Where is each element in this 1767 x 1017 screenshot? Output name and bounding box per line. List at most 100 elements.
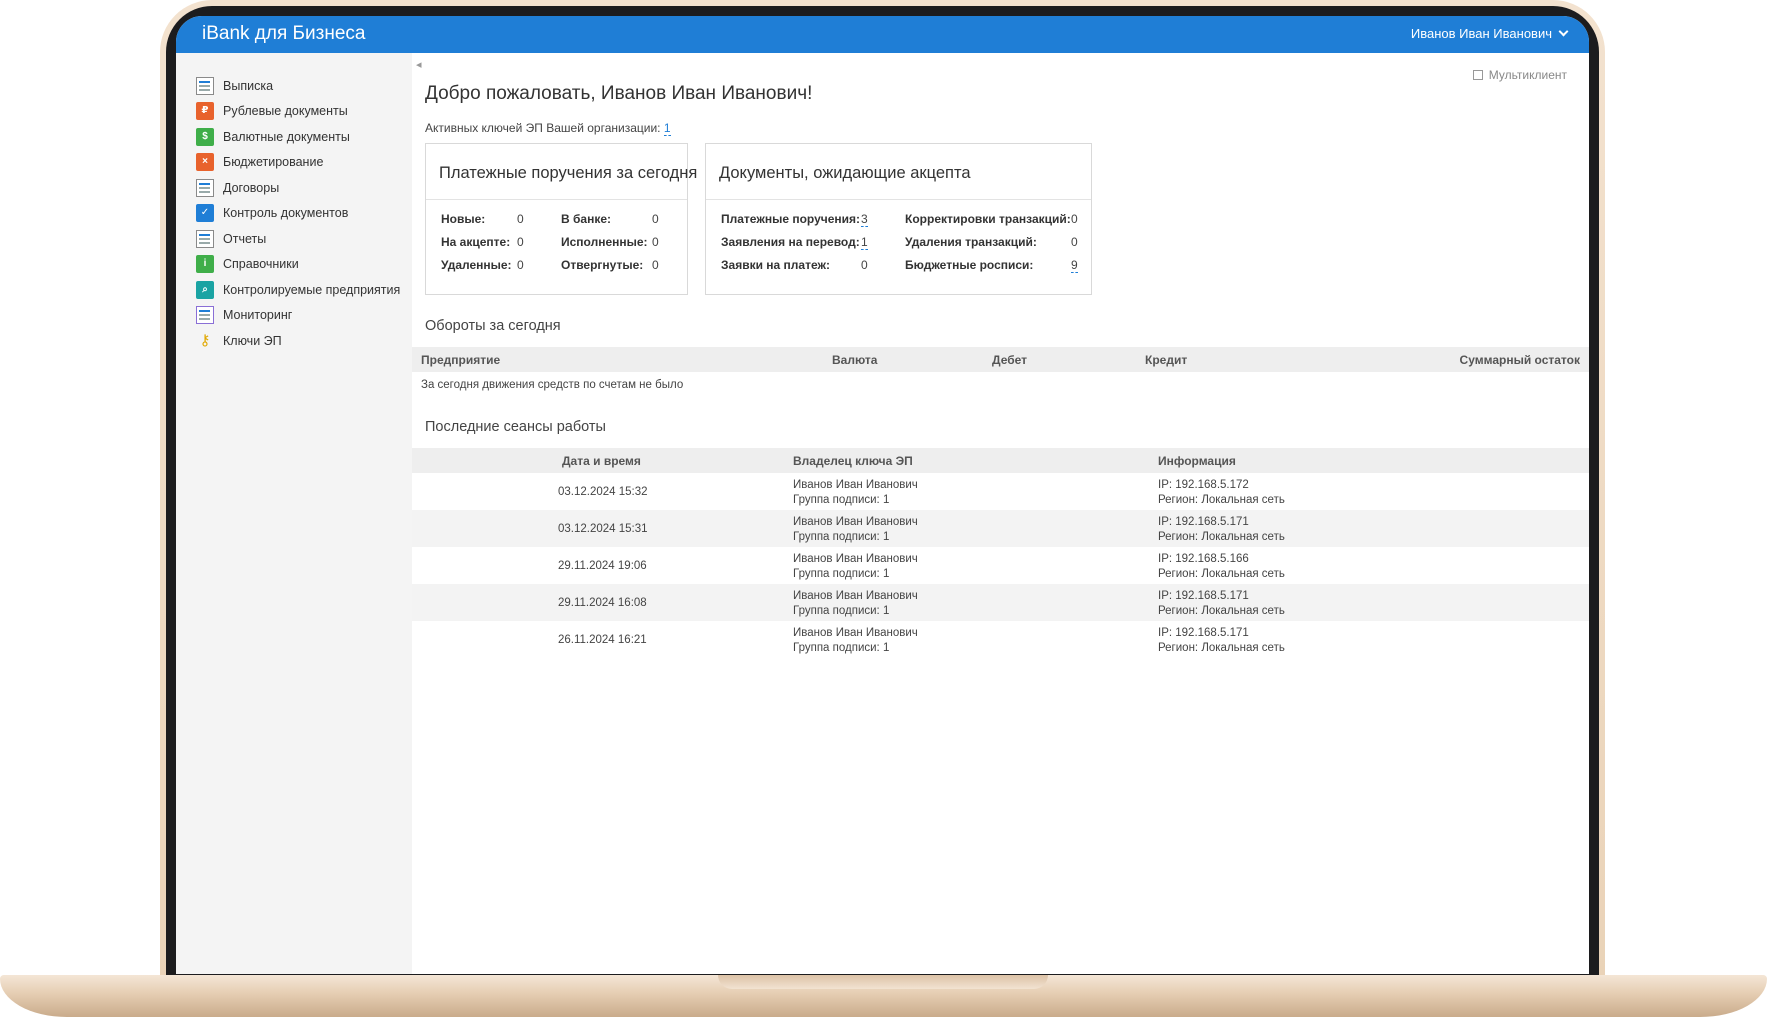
active-keys-line: Активных ключей ЭП Вашей организации: 1: [425, 121, 671, 136]
active-keys-count-link[interactable]: 1: [663, 121, 671, 136]
card-title: Платежные поручения за сегодня: [426, 144, 697, 200]
ruble-docs-icon: ₽: [196, 102, 214, 121]
column-header[interactable]: Дата и время: [562, 454, 641, 468]
column-header[interactable]: Суммарный остаток: [1460, 353, 1580, 367]
accept-payment-orders[interactable]: Платежные поручения: 3: [721, 212, 868, 227]
column-header[interactable]: Владелец ключа ЭП: [793, 454, 913, 468]
owner-group: Группа подписи: 1: [793, 568, 890, 580]
session-owner: Иванов Иван Иванович Группа подписи: 1: [793, 552, 918, 582]
accept-transfer-applications[interactable]: Заявления на перевод: 1: [721, 235, 868, 250]
sidebar-item-ruble-docs[interactable]: ₽ Рублевые документы: [196, 99, 400, 125]
accept-payment-requests[interactable]: Заявки на платеж: 0: [721, 258, 868, 272]
stat-rejected[interactable]: Отвергнутые: 0: [561, 258, 659, 272]
turnover-title: Обороты за сегодня: [425, 318, 561, 334]
table-row: 03.12.2024 15:31 Иванов Иван Иванович Гру…: [412, 510, 1589, 547]
awaiting-accept-card: Документы, ожидающие акцепта Платежные п…: [705, 143, 1092, 295]
external-window-icon: [1472, 70, 1483, 80]
sidebar-item-label: Контроль документов: [223, 206, 349, 221]
currency-docs-icon: $: [196, 127, 214, 146]
card-title: Документы, ожидающие акцепта: [706, 144, 1091, 200]
sidebar-item-label: Контролируемые предприятия: [223, 282, 401, 297]
stat-value: 0: [517, 235, 524, 249]
session-owner: Иванов Иван Иванович Группа подписи: 1: [793, 626, 918, 656]
column-header[interactable]: Дебет: [992, 353, 1027, 367]
stat-executed[interactable]: Исполненные: 0: [561, 235, 659, 249]
owner-group: Группа подписи: 1: [793, 642, 890, 654]
sidebar-item-contracts[interactable]: Договоры: [196, 175, 400, 201]
sidebar: Выписка ₽ Рублевые документы $ Валютные …: [176, 53, 412, 974]
accept-transaction-corrections[interactable]: Корректировки транзакций: 0: [905, 212, 1078, 226]
stat-value: 0: [652, 258, 659, 272]
sidebar-item-controlled-companies[interactable]: ⌕ Контролируемые предприятия: [196, 277, 400, 303]
turnover-empty-message: За сегодня движения средств по счетам не…: [421, 379, 684, 391]
stat-value: 0: [517, 212, 524, 226]
column-header[interactable]: Предприятие: [421, 353, 500, 367]
budget-icon: ×: [196, 153, 214, 172]
session-datetime: 03.12.2024 15:31: [558, 523, 648, 535]
stat-value: 0: [652, 212, 659, 226]
sidebar-item-label: Договоры: [223, 180, 280, 195]
stat-value-link[interactable]: 9: [1071, 258, 1078, 273]
sidebar-item-keys[interactable]: ⚷ Ключи ЭП: [196, 328, 400, 354]
owner-name: Иванов Иван Иванович: [793, 479, 918, 491]
session-ip: IP: 192.168.5.171: [1158, 627, 1249, 639]
session-region: Регион: Локальная сеть: [1158, 494, 1285, 506]
stat-on-accept[interactable]: На акцепте: 0: [441, 235, 524, 249]
top-bar: iBank для Бизнеса Иванов Иван Иванович: [176, 16, 1589, 53]
sidebar-item-doc-control[interactable]: ✓ Контроль документов: [196, 201, 400, 227]
multiclient-label: Мультиклиент: [1488, 68, 1567, 82]
column-header[interactable]: Кредит: [1145, 353, 1187, 367]
session-region: Регион: Локальная сеть: [1158, 531, 1285, 543]
stat-label: Удаления транзакций:: [905, 235, 1037, 249]
session-datetime: 26.11.2024 16:21: [558, 634, 647, 646]
stat-value: 0: [1071, 235, 1078, 249]
stat-deleted[interactable]: Удаленные: 0: [441, 258, 524, 272]
stat-label: В банке:: [561, 212, 612, 226]
session-owner: Иванов Иван Иванович Группа подписи: 1: [793, 589, 918, 619]
turnover-table-header: Предприятие Валюта Дебет Кредит Суммарны…: [412, 347, 1589, 372]
app-screen: iBank для Бизнеса Иванов Иван Иванович В…: [176, 16, 1589, 974]
main-content: Добро пожаловать, Иванов Иван Иванович! …: [412, 53, 1589, 974]
owner-name: Иванов Иван Иванович: [793, 590, 918, 602]
sidebar-item-label: Мониторинг: [223, 308, 293, 323]
accept-budget-schedules[interactable]: Бюджетные росписи: 9: [905, 258, 1078, 273]
session-region: Регион: Локальная сеть: [1158, 605, 1285, 617]
table-row: 29.11.2024 16:08 Иванов Иван Иванович Гру…: [412, 584, 1589, 621]
session-info: IP: 192.168.5.172 Регион: Локальная сеть: [1158, 478, 1285, 508]
sidebar-item-directories[interactable]: i Справочники: [196, 252, 400, 278]
stat-value-link[interactable]: 1: [861, 235, 868, 250]
payments-today-card: Платежные поручения за сегодня Новые: 0 Н…: [425, 143, 697, 295]
stat-label: На акцепте:: [441, 235, 511, 249]
session-datetime: 03.12.2024 15:32: [558, 486, 648, 498]
stat-value: 0: [861, 258, 868, 272]
stat-new[interactable]: Новые: 0: [441, 212, 524, 226]
sessions-table-header: Дата и время Владелец ключа ЭП Информаци…: [412, 448, 1589, 473]
chevron-down-icon: [1558, 26, 1569, 37]
sidebar-item-currency-docs[interactable]: $ Валютные документы: [196, 124, 400, 150]
stat-label: Отвергнутые:: [561, 258, 644, 272]
user-menu[interactable]: Иванов Иван Иванович: [1411, 26, 1569, 41]
stat-label: Заявления на перевод:: [721, 235, 860, 249]
stat-label: Бюджетные росписи:: [905, 258, 1034, 272]
stat-label: Платежные поручения:: [721, 212, 861, 226]
statement-icon: [196, 76, 214, 95]
session-owner: Иванов Иван Иванович Группа подписи: 1: [793, 478, 918, 508]
contracts-icon: [196, 178, 214, 197]
stat-in-bank[interactable]: В банке: 0: [561, 212, 659, 226]
owner-name: Иванов Иван Иванович: [793, 627, 918, 639]
sidebar-item-reports[interactable]: Отчеты: [196, 226, 400, 252]
sidebar-item-monitoring[interactable]: Мониторинг: [196, 303, 400, 329]
accept-transaction-deletions[interactable]: Удаления транзакций: 0: [905, 235, 1078, 249]
owner-group: Группа подписи: 1: [793, 605, 890, 617]
sidebar-item-statement[interactable]: Выписка: [196, 73, 400, 99]
sidebar-item-budget[interactable]: × Бюджетирование: [196, 150, 400, 176]
session-info: IP: 192.168.5.166 Регион: Локальная сеть: [1158, 552, 1285, 582]
column-header[interactable]: Валюта: [832, 353, 877, 367]
stat-value-link[interactable]: 3: [861, 212, 868, 227]
brand-title[interactable]: iBank для Бизнеса: [202, 23, 365, 45]
owner-name: Иванов Иван Иванович: [793, 516, 918, 528]
sidebar-item-label: Валютные документы: [223, 129, 350, 144]
session-ip: IP: 192.168.5.171: [1158, 516, 1249, 528]
multiclient-button[interactable]: Мультиклиент: [1472, 68, 1567, 82]
column-header[interactable]: Информация: [1158, 454, 1236, 468]
